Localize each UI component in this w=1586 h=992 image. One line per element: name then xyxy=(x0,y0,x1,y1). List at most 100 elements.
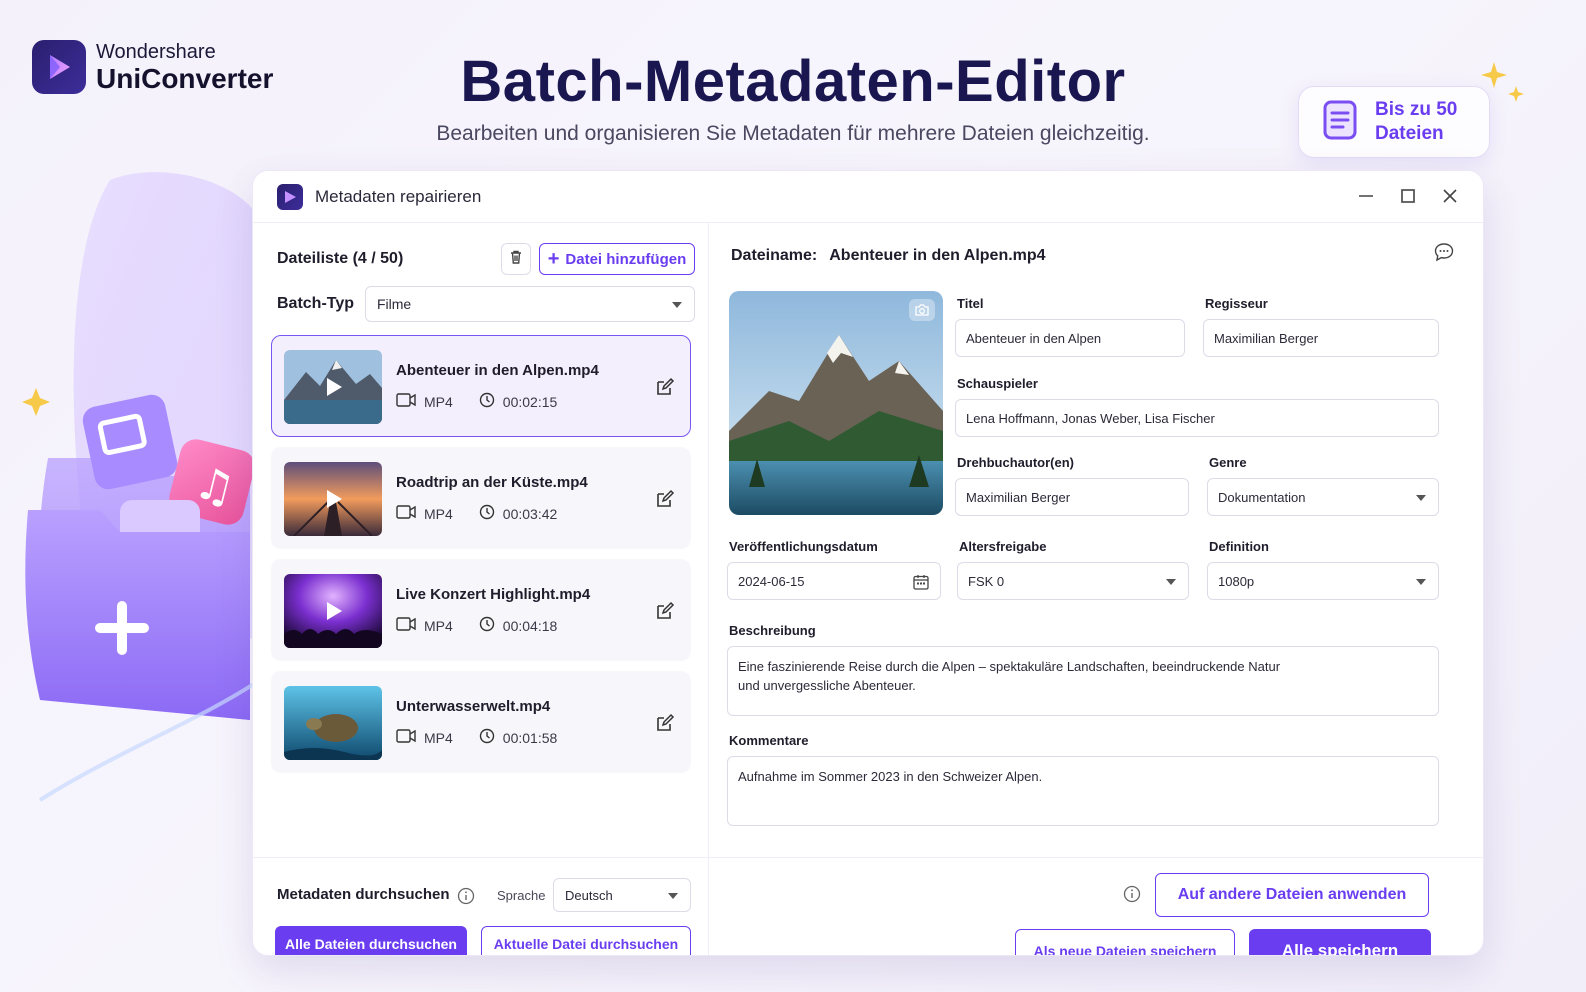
file-list: Abenteuer in den Alpen.mp4 MP4 00:02:15 … xyxy=(271,335,691,783)
batch-type-select[interactable]: Filme xyxy=(365,286,695,322)
comments-value: Aufnahme im Sommer 2023 in den Schweizer… xyxy=(738,769,1043,784)
save-as-new-files-button[interactable]: Als neue Dateien speichern xyxy=(1015,929,1235,955)
video-format-icon xyxy=(396,617,416,634)
metadata-search-section: Metadaten durchsuchen Sprache Deutsch Al… xyxy=(253,857,709,955)
description-line: Eine faszinierende Reise durch die Alpen… xyxy=(738,659,1281,674)
video-format-icon xyxy=(396,729,416,746)
feedback-icon[interactable] xyxy=(1433,241,1455,268)
edit-icon[interactable] xyxy=(654,712,676,734)
language-label: Sprache xyxy=(497,888,546,903)
clock-icon xyxy=(479,728,495,747)
file-name: Live Konzert Highlight.mp4 xyxy=(396,586,591,603)
search-current-file-button[interactable]: Aktuelle Datei durchsuchen xyxy=(481,926,691,955)
plus-icon: + xyxy=(547,248,560,270)
play-icon xyxy=(327,378,342,396)
actors-input[interactable]: Lena Hoffmann, Jonas Weber, Lisa Fischer xyxy=(955,399,1439,437)
video-thumbnail xyxy=(284,462,382,536)
app-icon xyxy=(277,183,303,210)
release-date-label: Veröffentlichungsdatum xyxy=(729,539,878,554)
definition-select[interactable]: 1080p xyxy=(1207,562,1439,600)
camera-icon[interactable] xyxy=(909,299,935,321)
file-item[interactable]: Roadtrip an der Küste.mp4 MP4 00:03:42 xyxy=(271,447,691,549)
add-file-button[interactable]: + Datei hinzufügen xyxy=(539,243,695,275)
genre-select[interactable]: Dokumentation xyxy=(1207,478,1439,516)
minimize-icon[interactable] xyxy=(1355,185,1377,207)
chevron-down-icon xyxy=(1166,579,1176,585)
save-all-button[interactable]: Alle speichern xyxy=(1249,929,1431,955)
video-format-icon xyxy=(396,505,416,522)
close-icon[interactable] xyxy=(1439,185,1461,207)
writers-input[interactable]: Maximilian Berger xyxy=(955,478,1189,516)
actors-label: Schauspieler xyxy=(957,376,1038,391)
file-name: Unterwasserwelt.mp4 xyxy=(396,698,551,715)
file-item[interactable]: Unterwasserwelt.mp4 MP4 00:01:58 xyxy=(271,671,691,773)
age-rating-select[interactable]: FSK 0 xyxy=(957,562,1189,600)
definition-label: Definition xyxy=(1209,539,1269,554)
title-input[interactable]: Abenteuer in den Alpen xyxy=(955,319,1185,357)
file-item[interactable]: Abenteuer in den Alpen.mp4 MP4 00:02:15 xyxy=(271,335,691,437)
file-format: MP4 xyxy=(424,617,453,634)
search-all-files-button[interactable]: Alle Dateien durchsuchen xyxy=(275,926,467,955)
genre-value: Dokumentation xyxy=(1218,489,1306,505)
metadata-editor-window: Metadaten repairieren Dateiliste (4 / 50… xyxy=(252,170,1484,956)
description-label: Beschreibung xyxy=(729,623,816,638)
delete-button[interactable] xyxy=(501,243,531,275)
file-name: Roadtrip an der Küste.mp4 xyxy=(396,474,588,491)
window-title: Metadaten repairieren xyxy=(315,186,482,206)
language-select[interactable]: Deutsch xyxy=(553,878,691,912)
edit-icon[interactable] xyxy=(654,488,676,510)
file-format: MP4 xyxy=(424,393,453,410)
director-input[interactable]: Maximilian Berger xyxy=(1203,319,1439,357)
video-thumbnail xyxy=(284,574,382,648)
file-list-title: Dateiliste (4 / 50) xyxy=(277,250,404,267)
chevron-down-icon xyxy=(1416,579,1426,585)
file-duration: 00:04:18 xyxy=(502,617,558,634)
description-textarea[interactable]: Eine faszinierende Reise durch die Alpen… xyxy=(727,646,1439,716)
batch-type-label: Batch-Typ xyxy=(277,295,355,312)
play-icon xyxy=(327,602,342,620)
apply-to-other-files-button[interactable]: Auf andere Dateien anwenden xyxy=(1155,873,1429,917)
title-value: Abenteuer in den Alpen xyxy=(966,330,1102,346)
calendar-icon[interactable] xyxy=(912,573,930,594)
chevron-down-icon xyxy=(668,893,678,899)
divider xyxy=(709,857,1483,858)
title-label: Titel xyxy=(957,296,984,311)
video-thumbnail xyxy=(284,686,382,760)
edit-icon[interactable] xyxy=(654,600,676,622)
file-item[interactable]: Live Konzert Highlight.mp4 MP4 00:04:18 xyxy=(271,559,691,661)
clock-icon xyxy=(479,392,495,411)
file-format: MP4 xyxy=(424,505,453,522)
chevron-down-icon xyxy=(672,302,682,308)
edit-icon[interactable] xyxy=(654,376,676,398)
filename-value: Abenteuer in den Alpen.mp4 xyxy=(829,247,1046,264)
clock-icon xyxy=(479,616,495,635)
writers-label: Drehbuchautor(en) xyxy=(957,455,1074,470)
filename-label: Dateiname: xyxy=(731,247,818,264)
file-duration: 00:01:58 xyxy=(502,729,558,746)
release-date-input[interactable]: 2024-06-15 xyxy=(727,562,941,600)
age-rating-label: Altersfreigabe xyxy=(959,539,1047,554)
file-name: Abenteuer in den Alpen.mp4 xyxy=(396,362,599,379)
maximize-icon[interactable] xyxy=(1397,185,1419,207)
info-icon[interactable] xyxy=(457,887,475,910)
file-duration: 00:03:42 xyxy=(502,505,558,522)
comments-textarea[interactable]: Aufnahme im Sommer 2023 in den Schweizer… xyxy=(727,756,1439,826)
age-rating-value: FSK 0 xyxy=(968,573,1005,589)
play-icon xyxy=(327,490,342,508)
file-list-panel: Dateiliste (4 / 50) + Datei hinzufügen B… xyxy=(253,223,709,955)
comments-label: Kommentare xyxy=(729,733,809,748)
search-metadata-label: Metadaten durchsuchen xyxy=(277,886,450,903)
file-duration: 00:02:15 xyxy=(502,393,558,410)
chevron-down-icon xyxy=(1416,495,1426,501)
info-icon[interactable] xyxy=(1123,885,1141,908)
document-list-icon xyxy=(1321,98,1361,147)
add-file-label: Datei hinzufügen xyxy=(565,250,687,268)
genre-label: Genre xyxy=(1209,455,1247,470)
language-value: Deutsch xyxy=(565,887,613,903)
cover-preview[interactable] xyxy=(729,291,943,515)
actors-value: Lena Hoffmann, Jonas Weber, Lisa Fischer xyxy=(966,410,1215,426)
director-value: Maximilian Berger xyxy=(1214,330,1319,346)
video-format-icon xyxy=(396,393,416,410)
sparkle-icon xyxy=(1478,58,1528,113)
batch-type-value: Filme xyxy=(377,296,412,312)
